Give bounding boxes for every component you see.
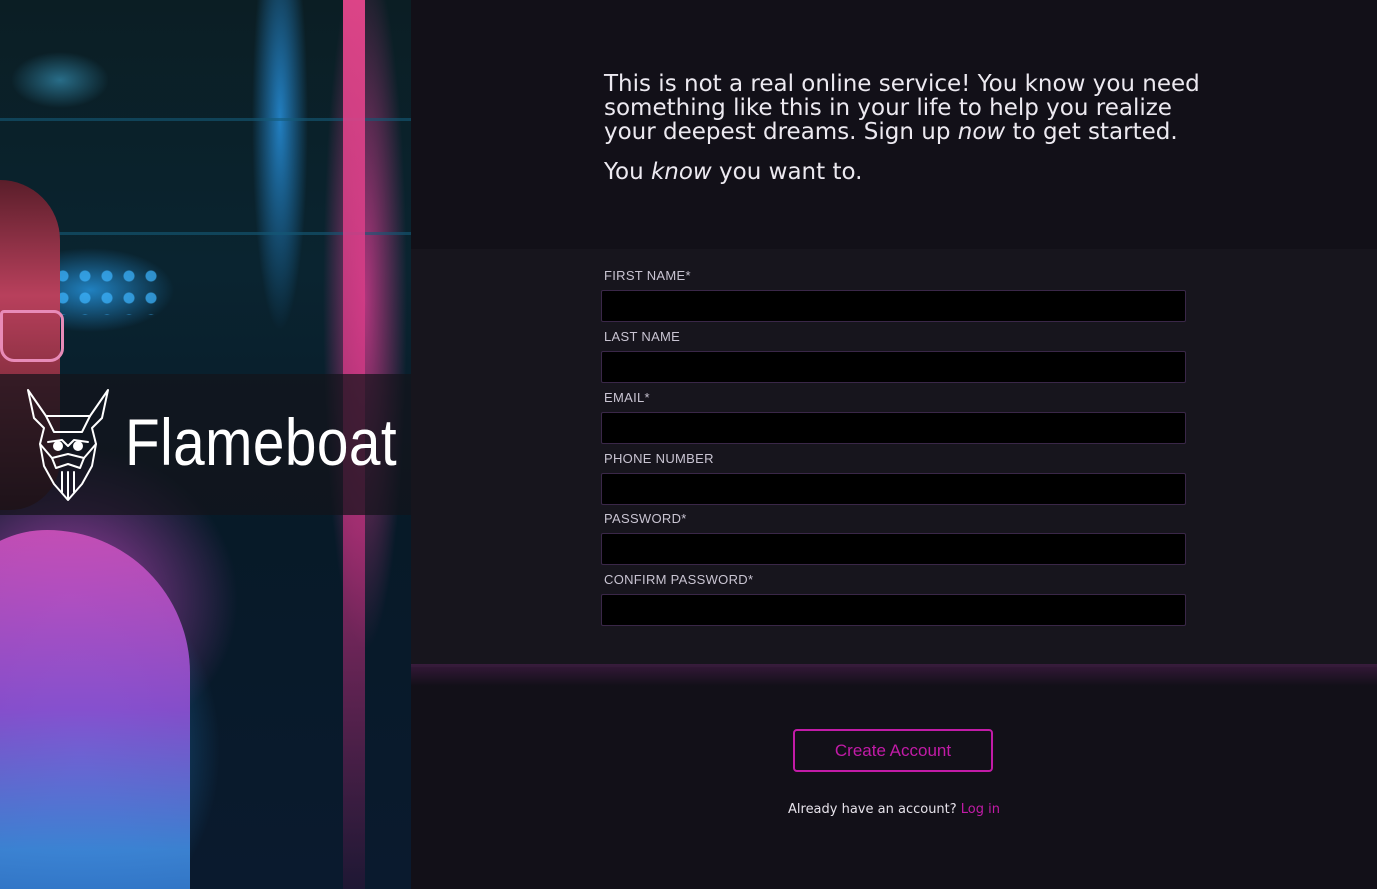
intro-emphasis: now [957, 119, 1006, 145]
intro-section: This is not a real online service! You k… [411, 0, 1377, 249]
email-label: EMAIL* [604, 390, 650, 405]
password-label: PASSWORD* [604, 511, 687, 526]
last-name-input[interactable] [601, 351, 1186, 383]
create-account-button[interactable]: Create Account [793, 729, 993, 772]
login-prompt-text: Already have an account? [788, 802, 961, 817]
confirm-password-input[interactable] [601, 594, 1186, 626]
login-prompt: Already have an account? Log in [411, 802, 1377, 817]
first-name-group: FIRST NAME* [601, 268, 1186, 322]
intro-text-part: to get started. [1005, 119, 1178, 145]
hero-person-glasses [0, 310, 64, 362]
brand-name: Flameboat [125, 405, 398, 479]
intro-text-part: You [604, 159, 651, 185]
confirm-password-label: CONFIRM PASSWORD* [604, 572, 754, 587]
email-input[interactable] [601, 412, 1186, 444]
intro-emphasis: know [650, 159, 712, 185]
first-name-input[interactable] [601, 290, 1186, 322]
signup-form: FIRST NAME* LAST NAME EMAIL* PHONE NUMBE… [411, 249, 1377, 667]
intro-tagline: You know you want to. [604, 160, 1204, 184]
login-link[interactable]: Log in [961, 802, 1000, 817]
phone-number-label: PHONE NUMBER [604, 451, 714, 466]
brand-banner: Flameboat [0, 374, 411, 515]
phone-number-group: PHONE NUMBER [601, 451, 1186, 505]
password-group: PASSWORD* [601, 511, 1186, 565]
form-actions: Create Account Already have an account? … [411, 667, 1377, 889]
last-name-group: LAST NAME [601, 329, 1186, 383]
signup-page: Flameboat This is not a real online serv… [0, 0, 1377, 889]
hero-image: Flameboat [0, 0, 411, 889]
intro-text-part: you want to. [711, 159, 863, 185]
bearded-viking-icon [27, 389, 109, 501]
intro-text: This is not a real online service! You k… [604, 72, 1204, 184]
intro-paragraph: This is not a real online service! You k… [604, 72, 1204, 144]
email-group: EMAIL* [601, 390, 1186, 444]
password-input[interactable] [601, 533, 1186, 565]
confirm-password-group: CONFIRM PASSWORD* [601, 572, 1186, 626]
first-name-label: FIRST NAME* [604, 268, 691, 283]
hero-person-shirt [0, 530, 190, 889]
last-name-label: LAST NAME [604, 329, 681, 344]
phone-number-input[interactable] [601, 473, 1186, 505]
